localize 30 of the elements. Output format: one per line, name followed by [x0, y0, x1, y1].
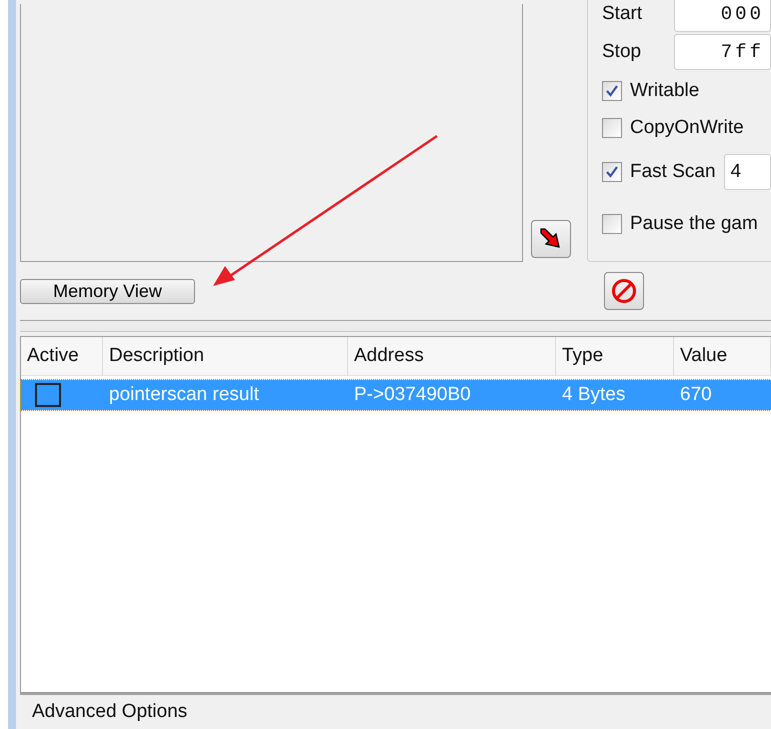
pointer-button[interactable] — [531, 220, 571, 258]
checkbox[interactable] — [602, 214, 622, 234]
table-cell-text: P->037490B0 — [353, 383, 472, 407]
checkbox[interactable] — [602, 162, 622, 182]
advanced-options-label: Advanced Options — [32, 701, 188, 723]
start-label: Start — [602, 3, 644, 25]
stop-label: Stop — [602, 41, 642, 63]
column-header[interactable]: Address — [348, 337, 556, 375]
checkbox-label: Pause the gam — [630, 213, 758, 235]
memory-view-button[interactable]: Memory View — [20, 278, 195, 304]
checkbox-label: CopyOnWrite — [630, 116, 744, 138]
column-header[interactable]: Description — [103, 337, 348, 375]
checkbox[interactable] — [602, 118, 622, 138]
stop-button[interactable] — [604, 272, 644, 310]
table-cell-text: 4 Bytes — [561, 383, 626, 407]
checkbox[interactable] — [602, 80, 622, 100]
active-checkbox[interactable] — [35, 383, 61, 407]
column-header[interactable]: Active — [21, 337, 103, 375]
alignment-field[interactable]: 4 — [724, 154, 771, 190]
table-cell-text: pointerscan result — [108, 383, 260, 407]
stop-field[interactable]: 7ff — [674, 34, 771, 70]
column-header[interactable]: Value — [674, 337, 771, 375]
checkbox-label: Fast Scan — [630, 161, 716, 183]
column-header[interactable]: Type — [556, 337, 674, 375]
table-cell-text: 670 — [679, 383, 713, 407]
checkbox-label: Writable — [630, 80, 700, 102]
no-entry-icon — [611, 278, 637, 304]
splitter-handle[interactable] — [20, 320, 771, 332]
start-field[interactable]: 000 — [674, 0, 771, 32]
arrow-icon — [539, 227, 563, 251]
